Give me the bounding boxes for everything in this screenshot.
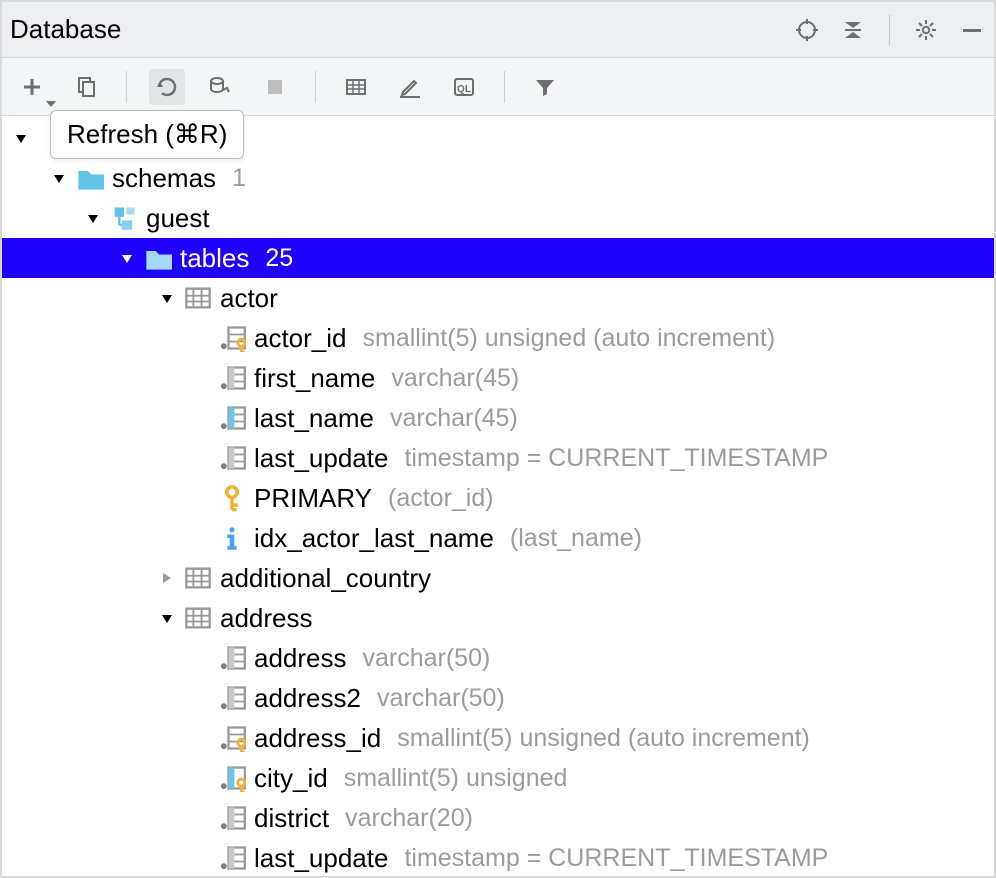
- column-name: address2: [254, 683, 361, 714]
- table-icon: [184, 286, 212, 310]
- column-icon: [218, 846, 246, 870]
- tree-node-column[interactable]: city_id smallint(5) unsigned: [2, 758, 994, 798]
- indexed-column-icon: [218, 406, 246, 430]
- toolbar-separator: [504, 71, 505, 103]
- column-icon: [218, 806, 246, 830]
- node-label: address: [220, 603, 313, 634]
- key-column-icon: [218, 326, 246, 350]
- tree-node-schema-guest[interactable]: guest: [2, 198, 994, 238]
- panel-titlebar: Database: [2, 2, 994, 58]
- tree-node-column[interactable]: address_id smallint(5) unsigned (auto in…: [2, 718, 994, 758]
- toolbar-separator: [315, 71, 316, 103]
- column-type: smallint(5) unsigned (auto increment): [397, 724, 810, 753]
- column-type: smallint(5) unsigned (auto increment): [363, 324, 776, 353]
- node-label: actor: [220, 283, 278, 314]
- node-label: additional_country: [220, 563, 431, 594]
- node-label: schemas: [112, 163, 216, 194]
- folder-icon: [76, 166, 104, 190]
- tree-node-table-address[interactable]: address: [2, 598, 994, 638]
- tree-node-column[interactable]: last_name varchar(45): [2, 398, 994, 438]
- column-type: varchar(45): [390, 404, 518, 433]
- column-type: timestamp = CURRENT_TIMESTAMP: [404, 444, 828, 473]
- expand-arrow-icon[interactable]: [118, 249, 136, 267]
- table-icon: [184, 606, 212, 630]
- foreign-key-column-icon: [218, 766, 246, 790]
- column-name: address_id: [254, 723, 381, 754]
- key-icon: [218, 486, 246, 510]
- tree-node-column[interactable]: actor_id smallint(5) unsigned (auto incr…: [2, 318, 994, 358]
- column-type: smallint(5) unsigned: [344, 764, 568, 793]
- edit-button[interactable]: [392, 69, 428, 105]
- target-icon[interactable]: [793, 16, 821, 44]
- node-label: guest: [146, 203, 210, 234]
- expand-arrow-icon[interactable]: [158, 569, 176, 587]
- node-count: 25: [265, 244, 293, 273]
- column-icon: [218, 646, 246, 670]
- toolbar: [2, 58, 994, 116]
- tree-node-column[interactable]: first_name varchar(45): [2, 358, 994, 398]
- tree-node-table-actor[interactable]: actor: [2, 278, 994, 318]
- refresh-button[interactable]: [149, 69, 185, 105]
- column-name: last_update: [254, 843, 388, 874]
- titlebar-separator: [889, 15, 890, 45]
- column-name: city_id: [254, 763, 328, 794]
- tree-node-index[interactable]: idx_actor_last_name (last_name): [2, 518, 994, 558]
- folder-icon: [144, 246, 172, 270]
- stop-button[interactable]: [257, 69, 293, 105]
- expand-arrow-icon[interactable]: [12, 129, 30, 147]
- tree-node-column[interactable]: address varchar(50): [2, 638, 994, 678]
- column-name: district: [254, 803, 329, 834]
- toolbar-separator: [126, 71, 127, 103]
- key-name: PRIMARY: [254, 483, 372, 514]
- index-icon: [218, 526, 246, 550]
- tree-node-column[interactable]: address2 varchar(50): [2, 678, 994, 718]
- expand-arrow-icon[interactable]: [50, 169, 68, 187]
- table-icon: [184, 566, 212, 590]
- query-console-button[interactable]: [446, 69, 482, 105]
- node-label: tables: [180, 243, 249, 274]
- column-name: last_name: [254, 403, 374, 434]
- key-detail: (actor_id): [388, 484, 494, 513]
- index-name: idx_actor_last_name: [254, 523, 494, 554]
- column-icon: [218, 366, 246, 390]
- collapse-all-icon[interactable]: [839, 16, 867, 44]
- column-name: last_update: [254, 443, 388, 474]
- filter-button[interactable]: [527, 69, 563, 105]
- tree-node-table-additional-country[interactable]: additional_country: [2, 558, 994, 598]
- column-icon: [218, 686, 246, 710]
- view-data-button[interactable]: [338, 69, 374, 105]
- tree-node-column[interactable]: last_update timestamp = CURRENT_TIMESTAM…: [2, 838, 994, 878]
- node-count: 1: [232, 164, 246, 193]
- tree-node-column[interactable]: district varchar(20): [2, 798, 994, 838]
- key-column-icon: [218, 726, 246, 750]
- index-detail: (last_name): [510, 524, 642, 553]
- database-tree: schemas 1 guest tables 25 actor actor_id…: [2, 116, 994, 878]
- tree-node-tables[interactable]: tables 25: [2, 238, 994, 278]
- expand-arrow-icon[interactable]: [158, 609, 176, 627]
- column-type: varchar(50): [377, 684, 505, 713]
- tree-node-schemas[interactable]: schemas 1: [2, 158, 994, 198]
- tree-node-column[interactable]: last_update timestamp = CURRENT_TIMESTAM…: [2, 438, 994, 478]
- column-name: address: [254, 643, 347, 674]
- column-type: timestamp = CURRENT_TIMESTAMP: [404, 844, 828, 873]
- expand-arrow-icon[interactable]: [158, 289, 176, 307]
- column-type: varchar(50): [363, 644, 491, 673]
- column-name: actor_id: [254, 323, 347, 354]
- expand-arrow-icon[interactable]: [84, 209, 102, 227]
- sync-button[interactable]: [203, 69, 239, 105]
- tree-node-primary-key[interactable]: PRIMARY (actor_id): [2, 478, 994, 518]
- tooltip: Refresh (⌘R): [50, 110, 244, 159]
- panel-title: Database: [10, 14, 793, 45]
- column-type: varchar(20): [345, 804, 473, 833]
- schema-icon: [110, 206, 138, 230]
- column-type: varchar(45): [391, 364, 519, 393]
- column-icon: [218, 446, 246, 470]
- add-button[interactable]: [14, 69, 50, 105]
- gear-icon[interactable]: [912, 16, 940, 44]
- minimize-icon[interactable]: [958, 16, 986, 44]
- duplicate-button[interactable]: [68, 69, 104, 105]
- column-name: first_name: [254, 363, 375, 394]
